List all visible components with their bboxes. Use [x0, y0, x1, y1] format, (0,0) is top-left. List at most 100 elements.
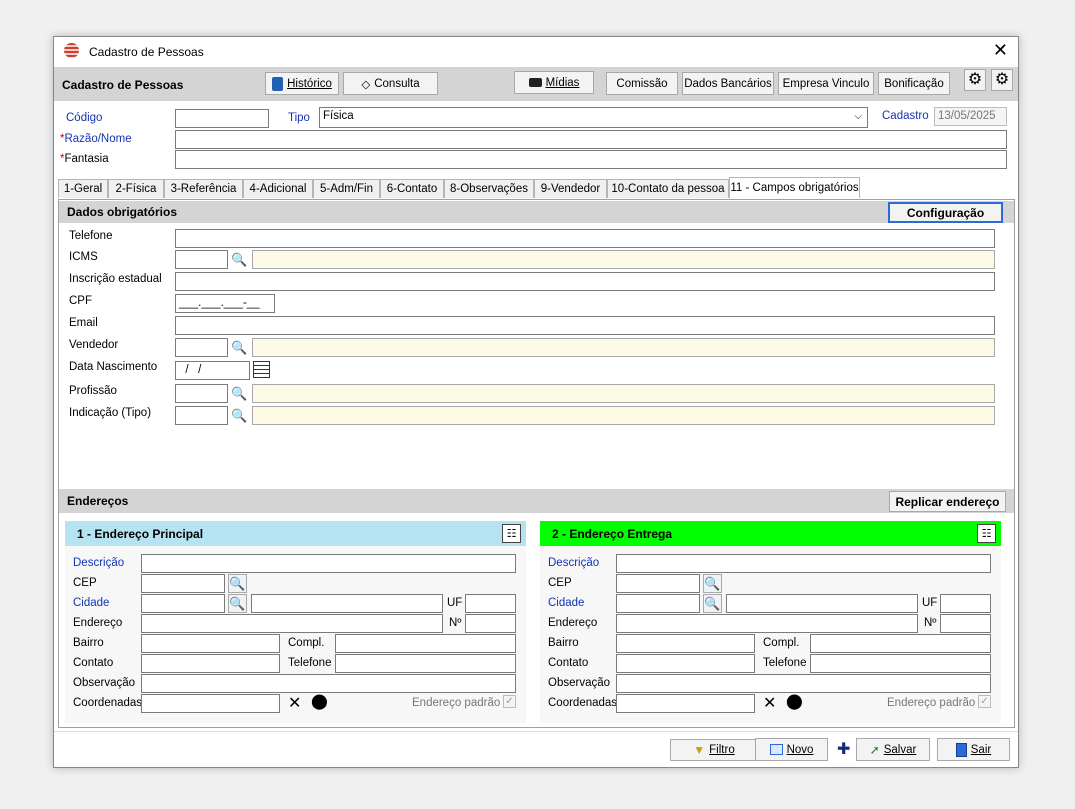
uf-input[interactable] [940, 594, 991, 613]
telefone-input[interactable] [810, 654, 991, 673]
book-icon [272, 76, 284, 91]
cidade-label: Cidade [548, 597, 585, 609]
endereco-padrao-checkbox[interactable]: ✓ [978, 695, 991, 708]
cep-input[interactable] [141, 574, 225, 593]
icms-code-input[interactable] [175, 250, 228, 269]
coordenadas-input[interactable] [141, 694, 280, 713]
observacao-input[interactable] [141, 674, 516, 693]
profissao-code-input[interactable] [175, 384, 228, 403]
comissao-button[interactable]: Comissão [606, 72, 678, 95]
contato-input[interactable] [616, 654, 755, 673]
cidade-name-input[interactable] [251, 594, 443, 613]
filtro-button[interactable]: ▼ Filtro [670, 739, 758, 761]
icms-description-field [252, 250, 995, 269]
calendar-icon[interactable] [253, 361, 270, 378]
descricao-input[interactable] [141, 554, 516, 573]
razao-nome-input[interactable] [175, 130, 1007, 149]
tab-fisica[interactable]: 2-Física [108, 179, 164, 198]
search-icon[interactable]: 🔍 [231, 385, 248, 402]
close-icon[interactable]: ✕ [993, 41, 1008, 59]
clipboard-icon[interactable]: ☷ [502, 524, 521, 543]
vendedor-code-input[interactable] [175, 338, 228, 357]
cidade-code-input[interactable] [141, 594, 225, 613]
tab-referencia[interactable]: 3-Referência [164, 179, 243, 198]
cidade-code-input[interactable] [616, 594, 700, 613]
clear-x-icon[interactable]: ✕ [763, 693, 776, 713]
numero-input[interactable] [940, 614, 991, 633]
historico-button[interactable]: Histórico [265, 72, 339, 95]
search-icon[interactable]: 🔍 [703, 594, 722, 613]
bairro-input[interactable] [616, 634, 755, 653]
inscricao-estadual-input[interactable] [175, 272, 995, 291]
exit-door-icon [955, 742, 967, 757]
search-icon[interactable]: 🔍 [228, 574, 247, 593]
clipboard-icon[interactable]: ☷ [977, 524, 996, 543]
tab-contato-da-pessoa[interactable]: 10-Contato da pessoa [607, 179, 729, 198]
numero-label: Nº [924, 617, 937, 629]
endereco-principal-box: 1 - Endereço Principal ☷ Descrição CEP 🔍… [65, 521, 526, 723]
data-nascimento-input[interactable]: / / [175, 361, 250, 380]
cep-input[interactable] [616, 574, 700, 593]
endereco-padrao-checkbox[interactable]: ✓ [503, 695, 516, 708]
search-icon[interactable]: 🔍 [231, 339, 248, 356]
eraser-icon: ◇ [361, 78, 371, 91]
tab-contato[interactable]: 6-Contato [380, 179, 444, 198]
empresa-vinculo-button[interactable]: Empresa Vinculo [778, 72, 874, 95]
configuracao-button[interactable]: Configuração [888, 202, 1003, 223]
cpf-input[interactable]: ___.___.___-__ [175, 294, 275, 313]
telefone-input[interactable] [175, 229, 995, 248]
search-icon[interactable]: 🔍 [228, 594, 247, 613]
plus-icon[interactable]: ✚ [837, 739, 850, 759]
clear-x-icon[interactable]: ✕ [288, 693, 301, 713]
compl-label: Compl. [763, 637, 800, 649]
bairro-input[interactable] [141, 634, 280, 653]
endereco-padrao-label: Endereço padrão [412, 697, 501, 709]
replicar-endereco-button[interactable]: Replicar endereço [889, 491, 1006, 512]
tab-campos-obrigatorios[interactable]: 11 - Campos obrigatórios [729, 177, 860, 198]
form-title: Cadastro de Pessoas [62, 78, 184, 92]
compl-input[interactable] [335, 634, 516, 653]
contato-input[interactable] [141, 654, 280, 673]
cidade-name-input[interactable] [726, 594, 918, 613]
sair-button[interactable]: Sair [937, 738, 1010, 761]
bonificacao-button[interactable]: Bonificação [878, 72, 950, 95]
cep-label: CEP [73, 577, 97, 589]
coordenadas-input[interactable] [616, 694, 755, 713]
novo-button[interactable]: Novo [755, 738, 828, 761]
data-nascimento-label: Data Nascimento [69, 361, 158, 373]
indicacao-code-input[interactable] [175, 406, 228, 425]
fantasia-input[interactable] [175, 150, 1007, 169]
descricao-input[interactable] [616, 554, 991, 573]
observacao-input[interactable] [616, 674, 991, 693]
contato-label: Contato [548, 657, 589, 669]
tipo-select[interactable]: Física ⌵ [319, 107, 868, 128]
search-icon[interactable]: 🔍 [703, 574, 722, 593]
map-pin-icon[interactable]: ⬤ [311, 692, 328, 710]
coordenadas-label: Coordenadas [73, 697, 143, 709]
endereco-input[interactable] [141, 614, 443, 633]
telefone-input[interactable] [335, 654, 516, 673]
endereco-entrega-box: 2 - Endereço Entrega ☷ Descrição CEP 🔍 C… [540, 521, 1001, 723]
dados-bancarios-button[interactable]: Dados Bancários [682, 72, 774, 95]
compl-input[interactable] [810, 634, 991, 653]
midias-button[interactable]: Mídias [514, 71, 594, 94]
search-icon[interactable]: 🔍 [231, 407, 248, 424]
endereco-padrao-label: Endereço padrão [887, 697, 976, 709]
numero-input[interactable] [465, 614, 516, 633]
cpf-label: CPF [69, 295, 92, 307]
settings-gear-button-2[interactable]: ⚙ [991, 69, 1013, 91]
tab-vendedor[interactable]: 9-Vendedor [534, 179, 607, 198]
endereco-input[interactable] [616, 614, 918, 633]
consulta-button[interactable]: ◇ Consulta [343, 72, 438, 95]
tab-observacoes[interactable]: 8-Observações [444, 179, 534, 198]
tab-adm-fin[interactable]: 5-Adm/Fin [313, 179, 380, 198]
search-icon[interactable]: 🔍 [231, 251, 248, 268]
codigo-input[interactable] [175, 109, 269, 128]
salvar-button[interactable]: ➚ Salvar [856, 738, 930, 761]
map-pin-icon[interactable]: ⬤ [786, 692, 803, 710]
tab-adicional[interactable]: 4-Adicional [243, 179, 313, 198]
tab-geral[interactable]: 1-Geral [58, 179, 108, 198]
email-input[interactable] [175, 316, 995, 335]
settings-gear-button[interactable]: ⚙ [964, 69, 986, 91]
uf-input[interactable] [465, 594, 516, 613]
